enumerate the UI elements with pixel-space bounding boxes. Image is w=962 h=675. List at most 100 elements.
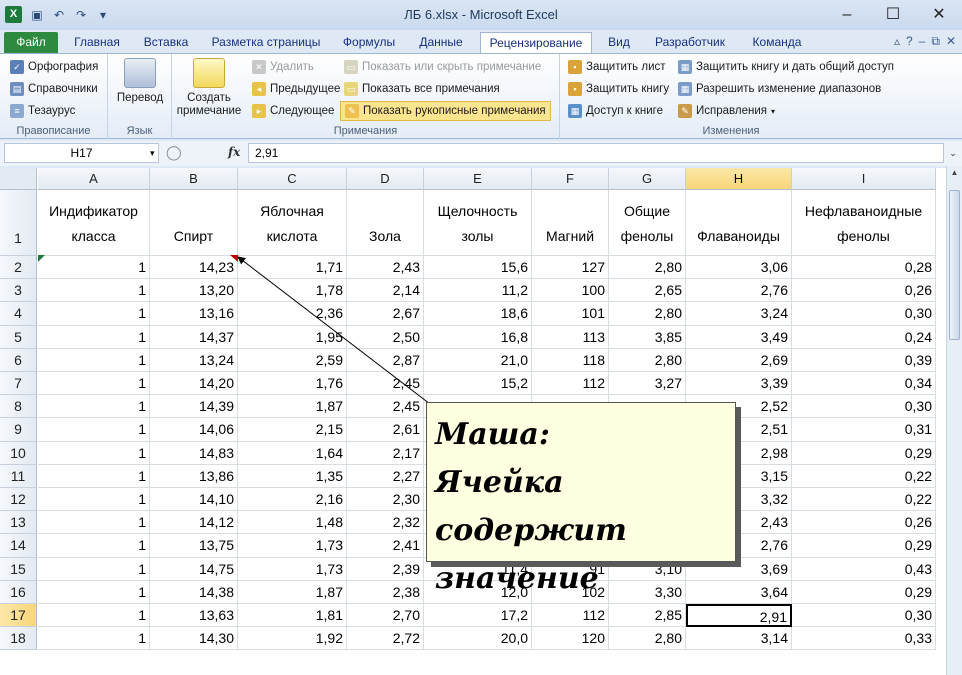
- tab-page-layout[interactable]: Разметка страницы: [204, 32, 328, 53]
- table-cell[interactable]: 14,10: [150, 488, 238, 512]
- table-cell[interactable]: 2,80: [609, 627, 686, 651]
- table-cell[interactable]: 2,17: [347, 441, 424, 465]
- scroll-thumb[interactable]: [949, 190, 960, 340]
- help-icon[interactable]: ?: [906, 34, 913, 49]
- table-cell[interactable]: 0,29: [792, 441, 936, 465]
- maximize-icon[interactable]: ☐: [870, 0, 916, 30]
- previous-comment-button[interactable]: ◂ Предыдущее: [252, 79, 340, 99]
- table-cell[interactable]: 101: [532, 302, 609, 326]
- header-cell[interactable]: Яблочная кислота: [238, 190, 347, 256]
- table-cell[interactable]: 1,92: [238, 627, 347, 651]
- show-all-comments-button[interactable]: ▭ Показать все примечания: [344, 79, 500, 99]
- vertical-scrollbar[interactable]: ▲: [946, 166, 962, 675]
- table-cell[interactable]: 11,2: [424, 279, 532, 303]
- collapse-ribbon-icon[interactable]: ▵: [894, 34, 900, 49]
- table-cell[interactable]: 14,39: [150, 395, 238, 419]
- new-comment-button[interactable]: Создать примечание: [176, 58, 242, 118]
- thesaurus-button[interactable]: ≡ Тезаурус: [10, 101, 75, 121]
- table-cell[interactable]: 2,30: [347, 488, 424, 512]
- table-cell[interactable]: 0,34: [792, 372, 936, 396]
- table-cell[interactable]: 2,67: [347, 302, 424, 326]
- table-cell[interactable]: 0,26: [792, 511, 936, 535]
- table-cell[interactable]: 0,33: [792, 627, 936, 651]
- table-cell[interactable]: 3,49: [686, 325, 792, 349]
- insert-function-icon[interactable]: fx: [228, 145, 240, 159]
- table-cell[interactable]: 1: [38, 279, 150, 303]
- table-cell[interactable]: 1,95: [238, 325, 347, 349]
- column-header-h[interactable]: H: [686, 168, 792, 190]
- show-ink-button[interactable]: ✎ Показать рукописные примечания: [340, 101, 551, 121]
- table-cell[interactable]: 2,43: [347, 256, 424, 280]
- show-hide-comment-button[interactable]: ▭ Показать или скрыть примечание: [344, 57, 541, 77]
- table-cell[interactable]: 13,86: [150, 464, 238, 488]
- table-cell[interactable]: 2,15: [238, 418, 347, 442]
- table-cell[interactable]: 118: [532, 348, 609, 372]
- name-box[interactable]: H17: [4, 143, 159, 163]
- row-header[interactable]: 4: [0, 302, 37, 326]
- row-header[interactable]: 13: [0, 511, 37, 535]
- table-cell[interactable]: 1,73: [238, 557, 347, 581]
- header-cell[interactable]: Зола: [347, 190, 424, 256]
- next-comment-button[interactable]: ▸ Следующее: [252, 101, 334, 121]
- table-cell[interactable]: 0,30: [792, 395, 936, 419]
- table-cell[interactable]: 2,16: [238, 488, 347, 512]
- table-cell[interactable]: 1: [38, 441, 150, 465]
- table-cell[interactable]: 2,36: [238, 302, 347, 326]
- table-cell[interactable]: 1,87: [238, 395, 347, 419]
- table-cell[interactable]: 3,06: [686, 256, 792, 280]
- table-cell[interactable]: 2,61: [347, 418, 424, 442]
- column-header-b[interactable]: B: [150, 168, 238, 190]
- row-header[interactable]: 17: [0, 604, 37, 628]
- column-header-e[interactable]: E: [424, 168, 532, 190]
- table-cell[interactable]: 1: [38, 534, 150, 558]
- row-header[interactable]: 14: [0, 534, 37, 558]
- table-cell[interactable]: 2,27: [347, 464, 424, 488]
- table-cell[interactable]: 14,38: [150, 580, 238, 604]
- formula-input[interactable]: 2,91: [248, 143, 944, 163]
- table-cell[interactable]: 13,16: [150, 302, 238, 326]
- row-header[interactable]: 6: [0, 348, 37, 372]
- table-cell[interactable]: 3,39: [686, 372, 792, 396]
- column-header-d[interactable]: D: [347, 168, 424, 190]
- table-cell[interactable]: 13,63: [150, 604, 238, 628]
- row-header[interactable]: 10: [0, 441, 37, 465]
- close-icon[interactable]: ✕: [916, 0, 962, 30]
- delete-comment-button[interactable]: ✕ Удалить: [252, 57, 314, 77]
- table-cell[interactable]: 14,20: [150, 372, 238, 396]
- table-cell[interactable]: 2,41: [347, 534, 424, 558]
- table-cell[interactable]: 2,87: [347, 348, 424, 372]
- table-cell[interactable]: 2,45: [347, 372, 424, 396]
- table-cell[interactable]: 1,73: [238, 534, 347, 558]
- row-header[interactable]: 3: [0, 279, 37, 303]
- table-cell[interactable]: 3,24: [686, 302, 792, 326]
- row-header[interactable]: 9: [0, 418, 37, 442]
- table-cell[interactable]: 14,83: [150, 441, 238, 465]
- table-cell[interactable]: 0,31: [792, 418, 936, 442]
- scroll-up-icon[interactable]: ▲: [947, 166, 962, 180]
- table-cell[interactable]: 112: [532, 604, 609, 628]
- table-cell[interactable]: 0,43: [792, 557, 936, 581]
- select-all-corner[interactable]: [0, 168, 37, 190]
- table-cell[interactable]: 1,64: [238, 441, 347, 465]
- header-cell[interactable]: Нефлаваноидн­ые фенолы: [792, 190, 936, 256]
- table-cell[interactable]: 1,48: [238, 511, 347, 535]
- tab-review[interactable]: Рецензирование: [480, 32, 592, 53]
- row-header[interactable]: 15: [0, 557, 37, 581]
- table-cell[interactable]: 113: [532, 325, 609, 349]
- table-cell[interactable]: 100: [532, 279, 609, 303]
- protect-and-share-button[interactable]: ▦ Защитить книгу и дать общий доступ: [678, 57, 894, 77]
- table-cell[interactable]: 3,14: [686, 627, 792, 651]
- table-cell[interactable]: 0,26: [792, 279, 936, 303]
- table-cell[interactable]: 2,32: [347, 511, 424, 535]
- translate-button[interactable]: Перевод: [114, 58, 166, 105]
- table-cell[interactable]: 127: [532, 256, 609, 280]
- table-cell[interactable]: 0,30: [792, 604, 936, 628]
- table-cell[interactable]: 2,80: [609, 348, 686, 372]
- name-box-dropdown-icon[interactable]: ▾: [150, 148, 155, 159]
- table-cell[interactable]: 2,59: [238, 348, 347, 372]
- table-cell[interactable]: 1,87: [238, 580, 347, 604]
- table-cell[interactable]: 112: [532, 372, 609, 396]
- row-header[interactable]: 1: [0, 190, 37, 256]
- header-cell[interactable]: Флаванои­ды: [686, 190, 792, 256]
- tab-team[interactable]: Команда: [742, 32, 812, 53]
